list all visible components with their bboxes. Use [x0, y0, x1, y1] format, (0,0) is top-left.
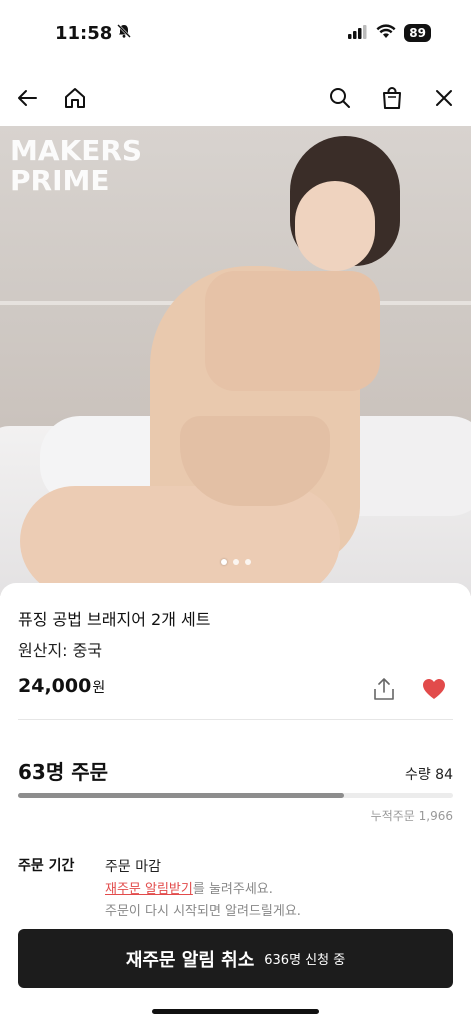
- home-icon[interactable]: [62, 85, 88, 111]
- reorder-notify-link[interactable]: 재주문 알림받기: [105, 882, 193, 897]
- price-value: 24,000: [18, 675, 92, 697]
- product-origin: 원산지: 중국: [18, 641, 103, 660]
- wifi-icon: [376, 23, 396, 43]
- bell-slash-icon: [116, 23, 132, 44]
- cumulative-orders: 누적주문 1,966: [370, 809, 453, 823]
- cta-sub-label: 636명 신청 중: [264, 953, 346, 968]
- model-leg: [20, 486, 340, 596]
- status-icons: 89: [348, 23, 431, 43]
- order-progress-fill: [18, 793, 345, 798]
- order-period-message: 재주문 알림받기를 눌려주세요.: [105, 878, 273, 897]
- share-icon[interactable]: [370, 675, 398, 703]
- quantity-label: 수량 84: [404, 767, 453, 783]
- status-time: 11:58: [55, 23, 132, 44]
- battery-icon: 89: [404, 24, 431, 42]
- carousel-indicator: [0, 559, 471, 565]
- product-price: 24,000원: [18, 675, 105, 697]
- shopping-bag-icon[interactable]: [379, 85, 405, 111]
- carousel-dot[interactable]: [244, 559, 251, 565]
- product-name: 퓨징 공법 브래지어 2개 세트: [18, 610, 211, 629]
- model-face: [295, 181, 375, 271]
- order-period-note: 주문이 다시 시작되면 알려드릴게요.: [105, 904, 301, 919]
- price-unit: 원: [92, 680, 106, 696]
- back-arrow-icon[interactable]: [14, 85, 40, 111]
- order-count: 63명 주문: [18, 760, 108, 784]
- divider: [18, 719, 453, 720]
- signal-icon: [348, 24, 368, 43]
- product-info-sheet: 퓨징 공법 브래지어 2개 세트 원산지: 중국 24,000원 63명 주문 …: [0, 583, 471, 1024]
- top-nav-bar: [0, 72, 471, 124]
- order-period-message-suffix: 를 눌려주세요.: [192, 882, 273, 897]
- product-top: [205, 271, 380, 391]
- cta-main-label: 재주문 알림 취소: [125, 949, 255, 971]
- brand-logo: MAKERS PRIME: [10, 134, 143, 197]
- order-period-title: 주문 마감: [105, 859, 161, 875]
- status-bar: 11:58 89: [0, 0, 471, 66]
- search-icon[interactable]: [327, 85, 353, 111]
- status-time-text: 11:58: [55, 22, 113, 44]
- heart-icon[interactable]: [420, 675, 448, 703]
- close-icon[interactable]: [431, 85, 457, 111]
- order-progress-bar: [18, 793, 453, 798]
- home-indicator: [152, 1009, 319, 1014]
- cancel-reorder-alert-button[interactable]: 재주문 알림 취소 636명 신청 중: [18, 929, 453, 988]
- carousel-dot[interactable]: [220, 559, 227, 565]
- order-period-label: 주문 기간: [18, 858, 75, 874]
- product-bottom: [180, 416, 330, 506]
- carousel-dot[interactable]: [232, 559, 239, 565]
